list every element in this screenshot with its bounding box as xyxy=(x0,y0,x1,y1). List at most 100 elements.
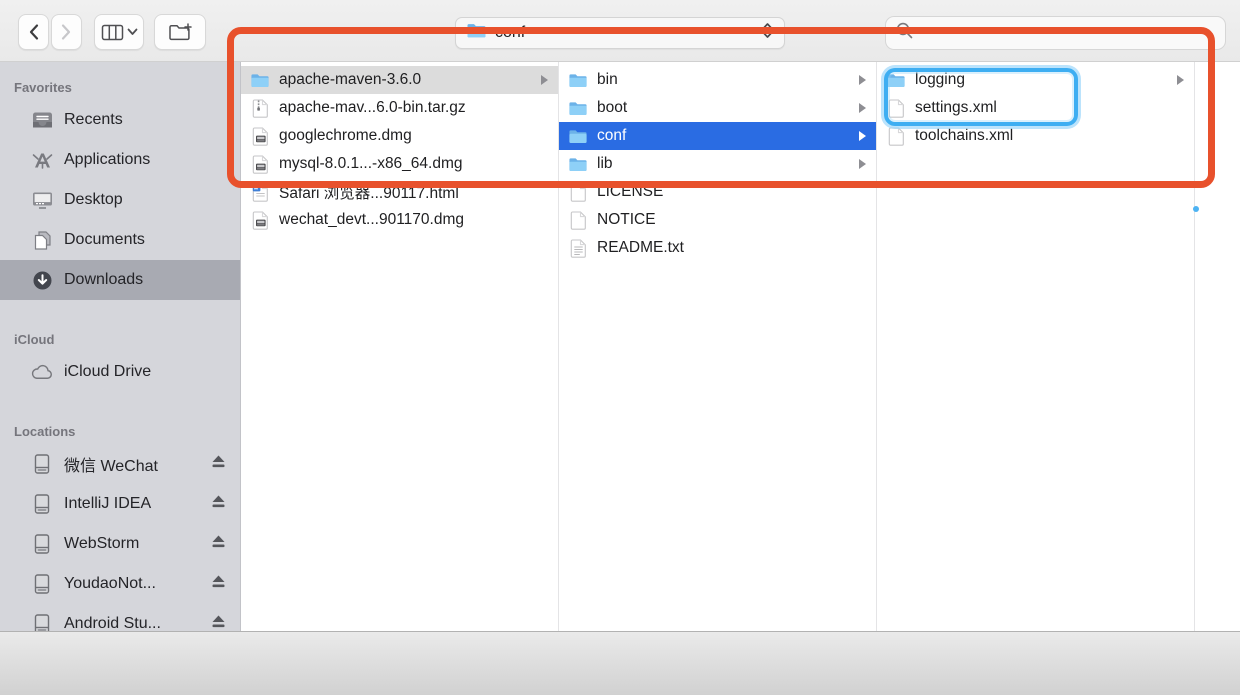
file-dmg-icon xyxy=(250,126,270,147)
file-row-settings.xml[interactable]: settings.xml xyxy=(877,94,1194,122)
sidebar-item-youdaonot[interactable]: YoudaoNot... xyxy=(0,564,240,604)
file-doc-icon xyxy=(886,126,906,147)
folder-plus-icon xyxy=(168,22,193,42)
new-folder-toolbar-button[interactable] xyxy=(154,14,206,50)
path-dropdown[interactable]: conf xyxy=(455,17,785,49)
file-row-wechat-devt...901170.dmg[interactable]: wechat_devt...901170.dmg xyxy=(241,206,558,234)
applications-icon xyxy=(30,149,54,171)
file-row-mysql-8.0.1...-x86-64.dmg[interactable]: mysql-8.0.1...-x86_64.dmg xyxy=(241,150,558,178)
folder-icon xyxy=(466,22,487,44)
file-name-label: toolchains.xml xyxy=(915,127,1014,144)
sidebar-item-label: iCloud Drive xyxy=(64,363,152,380)
eject-icon[interactable] xyxy=(210,614,228,631)
file-column-empty xyxy=(1195,62,1240,631)
file-name-label: LICENSE xyxy=(597,183,664,200)
search-field[interactable] xyxy=(885,16,1226,50)
file-columns: apache-maven-3.6.0 apache-mav...6.0-bin.t… xyxy=(241,62,1240,631)
sidebar-item-wechat[interactable]: 微信 WeChat xyxy=(0,444,240,484)
file-row-logging[interactable]: logging xyxy=(877,66,1194,94)
disclosure-arrow-icon xyxy=(858,130,868,142)
file-row-safari-...90117.html[interactable]: Safari 浏览器...90117.html xyxy=(241,178,558,206)
eject-icon[interactable] xyxy=(210,574,228,594)
sidebar-item-android-stu[interactable]: Android Stu... xyxy=(0,604,240,631)
sidebar-section-title: Locations xyxy=(14,424,76,439)
sidebar-item-webstorm[interactable]: WebStorm xyxy=(0,524,240,564)
file-name-label: apache-maven-3.6.0 xyxy=(279,71,422,88)
sidebar-item-label: IntelliJ IDEA xyxy=(64,495,152,512)
sidebar-item-label: Downloads xyxy=(64,271,144,288)
file-doc-icon xyxy=(568,182,588,203)
disclosure-arrow-icon xyxy=(858,102,868,114)
forward-button[interactable] xyxy=(51,14,82,50)
sidebar-section-gap xyxy=(0,300,240,328)
folder-icon xyxy=(886,70,906,91)
sidebar: Favorites Recents Applications Desktop Docum… xyxy=(0,62,241,631)
file-column-1: apache-maven-3.6.0 apache-mav...6.0-bin.t… xyxy=(241,62,559,631)
disclosure-arrow-icon xyxy=(858,158,868,170)
file-row-conf[interactable]: conf xyxy=(559,122,876,150)
file-row-toolchains.xml[interactable]: toolchains.xml xyxy=(877,122,1194,150)
file-name-label: apache-mav...6.0-bin.tar.gz xyxy=(279,99,466,116)
sidebar-item-icloud-drive[interactable]: iCloud Drive xyxy=(0,352,240,392)
folder-icon xyxy=(568,154,588,175)
file-name-label: boot xyxy=(597,99,628,116)
file-row-license[interactable]: LICENSE xyxy=(559,178,876,206)
file-column-3: logging settings.xml toolchains.xml xyxy=(877,62,1195,631)
disclosure-arrow-icon xyxy=(1176,74,1186,86)
chevron-updown-icon xyxy=(761,22,774,44)
view-mode-button[interactable] xyxy=(94,14,144,50)
sidebar-item-label: Documents xyxy=(64,231,145,248)
file-name-label: wechat_devt...901170.dmg xyxy=(279,211,464,228)
disclosure-arrow-icon xyxy=(858,74,868,86)
recents-icon xyxy=(30,109,54,131)
footer-bar: New Folder Cancel Open xyxy=(0,631,1240,695)
search-input[interactable] xyxy=(920,24,1216,42)
file-name-label: lib xyxy=(597,155,613,172)
file-row-googlechrome.dmg[interactable]: googlechrome.dmg xyxy=(241,122,558,150)
drive-icon xyxy=(30,493,54,515)
file-row-lib[interactable]: lib xyxy=(559,150,876,178)
file-name-label: README.txt xyxy=(597,239,684,256)
columns-view-icon xyxy=(101,24,124,41)
folder-icon xyxy=(568,98,588,119)
sidebar-item-recents[interactable]: Recents xyxy=(0,100,240,140)
documents-icon xyxy=(30,229,54,251)
eject-icon[interactable] xyxy=(210,534,228,554)
folder-icon xyxy=(568,126,588,147)
sidebar-section-title: Favorites xyxy=(14,80,72,95)
toolbar: conf xyxy=(0,0,1240,62)
file-name-label: logging xyxy=(915,71,965,88)
file-name-label: NOTICE xyxy=(597,211,656,228)
sidebar-item-label: Recents xyxy=(64,111,123,128)
sidebar-item-label: Applications xyxy=(64,151,151,168)
back-button[interactable] xyxy=(18,14,49,50)
sidebar-item-label: 微信 WeChat xyxy=(64,458,158,475)
drive-icon xyxy=(30,613,54,631)
file-row-notice[interactable]: NOTICE xyxy=(559,206,876,234)
file-archive-icon xyxy=(250,98,270,119)
file-name-label: Safari 浏览器...90117.html xyxy=(279,185,459,202)
drive-icon xyxy=(30,453,54,475)
file-row-boot[interactable]: boot xyxy=(559,94,876,122)
chevron-down-icon xyxy=(127,28,138,36)
sidebar-item-documents[interactable]: Documents xyxy=(0,220,240,260)
open-file-dialog: conf Favorites Recents Applications Desktop… xyxy=(0,0,1240,695)
file-row-readme.txt[interactable]: README.txt xyxy=(559,234,876,262)
drive-icon xyxy=(30,533,54,555)
file-row-apache-maven-3.6.0[interactable]: apache-maven-3.6.0 xyxy=(241,66,558,94)
sidebar-section-title: iCloud xyxy=(14,332,55,347)
file-name-label: googlechrome.dmg xyxy=(279,127,412,144)
disclosure-arrow-icon xyxy=(540,74,550,86)
eject-icon[interactable] xyxy=(210,494,228,514)
downloads-icon xyxy=(30,269,54,291)
sidebar-item-label: Desktop xyxy=(64,191,123,208)
eject-icon[interactable] xyxy=(210,454,228,474)
file-name-label: settings.xml xyxy=(915,99,997,116)
sidebar-item-applications[interactable]: Applications xyxy=(0,140,240,180)
file-row-bin[interactable]: bin xyxy=(559,66,876,94)
sidebar-item-desktop[interactable]: Desktop xyxy=(0,180,240,220)
file-row-apache-mav...6.0-bin.tar.gz[interactable]: apache-mav...6.0-bin.tar.gz xyxy=(241,94,558,122)
sidebar-item-intellij-idea[interactable]: IntelliJ IDEA xyxy=(0,484,240,524)
sidebar-item-downloads[interactable]: Downloads xyxy=(0,260,240,300)
cloud-icon xyxy=(30,361,54,383)
